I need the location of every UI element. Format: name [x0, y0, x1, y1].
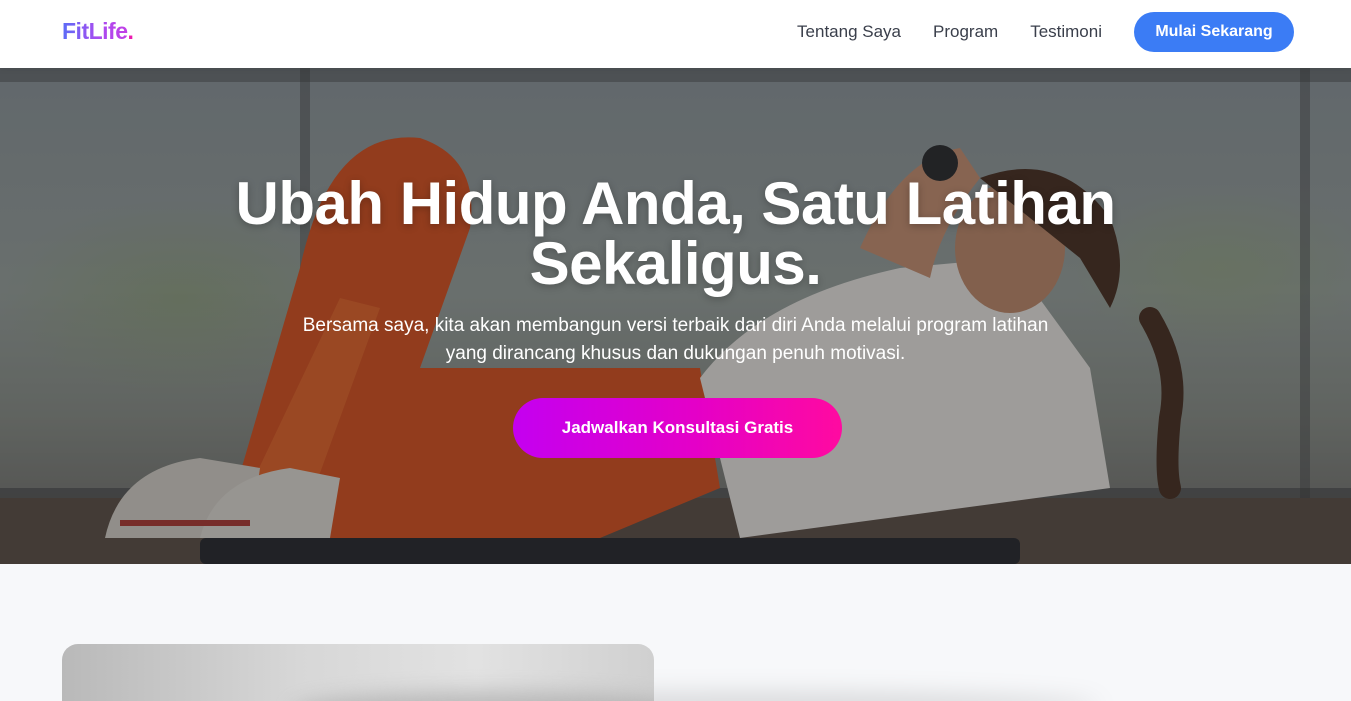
nav-link-testimoni[interactable]: Testimoni — [1030, 12, 1102, 52]
brand-logo[interactable]: FitLife. — [62, 18, 134, 45]
navbar: FitLife. Tentang Saya Program Testimoni … — [0, 0, 1351, 68]
hero-title: Ubah Hidup Anda, Satu Latihan Sekaligus. — [235, 170, 1116, 297]
hero-section: Ubah Hidup Anda, Satu Latihan Sekaligus.… — [0, 68, 1351, 564]
nav-link-program[interactable]: Program — [933, 12, 998, 52]
about-image-content — [292, 692, 654, 701]
about-section — [0, 564, 1351, 701]
logo-text: FitLife — [62, 18, 128, 44]
hero-subtitle: Bersama saya, kita akan membangun versi … — [302, 315, 1049, 364]
start-now-button[interactable]: Mulai Sekarang — [1134, 12, 1294, 52]
about-image — [62, 644, 654, 701]
nav-links: Tentang Saya Program Testimoni Mulai Sek… — [797, 12, 1294, 52]
logo-dot: . — [127, 18, 134, 44]
nav-link-tentang-saya[interactable]: Tentang Saya — [797, 12, 901, 52]
free-consultation-button[interactable]: Jadwalkan Konsultasi Gratis — [513, 398, 842, 458]
